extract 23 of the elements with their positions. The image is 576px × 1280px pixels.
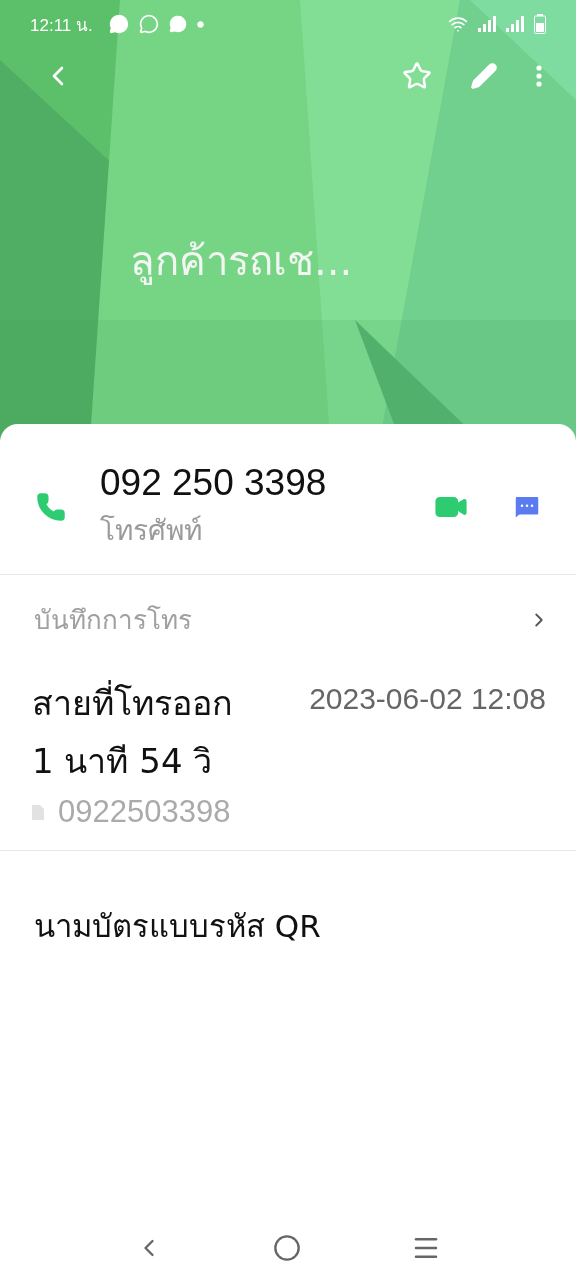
battery-icon [534, 14, 546, 34]
wifi-icon [448, 14, 468, 34]
qr-card-link[interactable]: นามบัตรแบบรหัส QR [0, 851, 355, 1001]
call-log-heading: บันทึกการโทร [34, 604, 192, 637]
chat-icon [138, 14, 159, 34]
signal-icon [478, 16, 496, 32]
nav-home-icon[interactable] [273, 1234, 301, 1262]
contact-name: ลูกค้ารถเช... [129, 237, 353, 287]
call-datetime: 2023-06-02 12:08 [308, 681, 546, 717]
sim-icon [32, 804, 44, 820]
call-duration: 1 นาที 54 วิ [32, 740, 214, 783]
star-icon [402, 61, 432, 91]
pencil-icon [470, 62, 498, 90]
status-time: 12:11 น. [30, 14, 93, 37]
phone-number: 092 250 3398 [100, 462, 328, 504]
more-icon [536, 65, 542, 87]
call-type: สายที่โทรออก [32, 676, 233, 730]
phone-label: โทรศัพท์ [100, 513, 203, 549]
chat-icon [108, 14, 129, 34]
dot-icon [196, 20, 204, 28]
signal-icon [506, 16, 524, 32]
phone-icon[interactable] [36, 492, 66, 522]
sim-number: 0922503398 [58, 794, 231, 830]
